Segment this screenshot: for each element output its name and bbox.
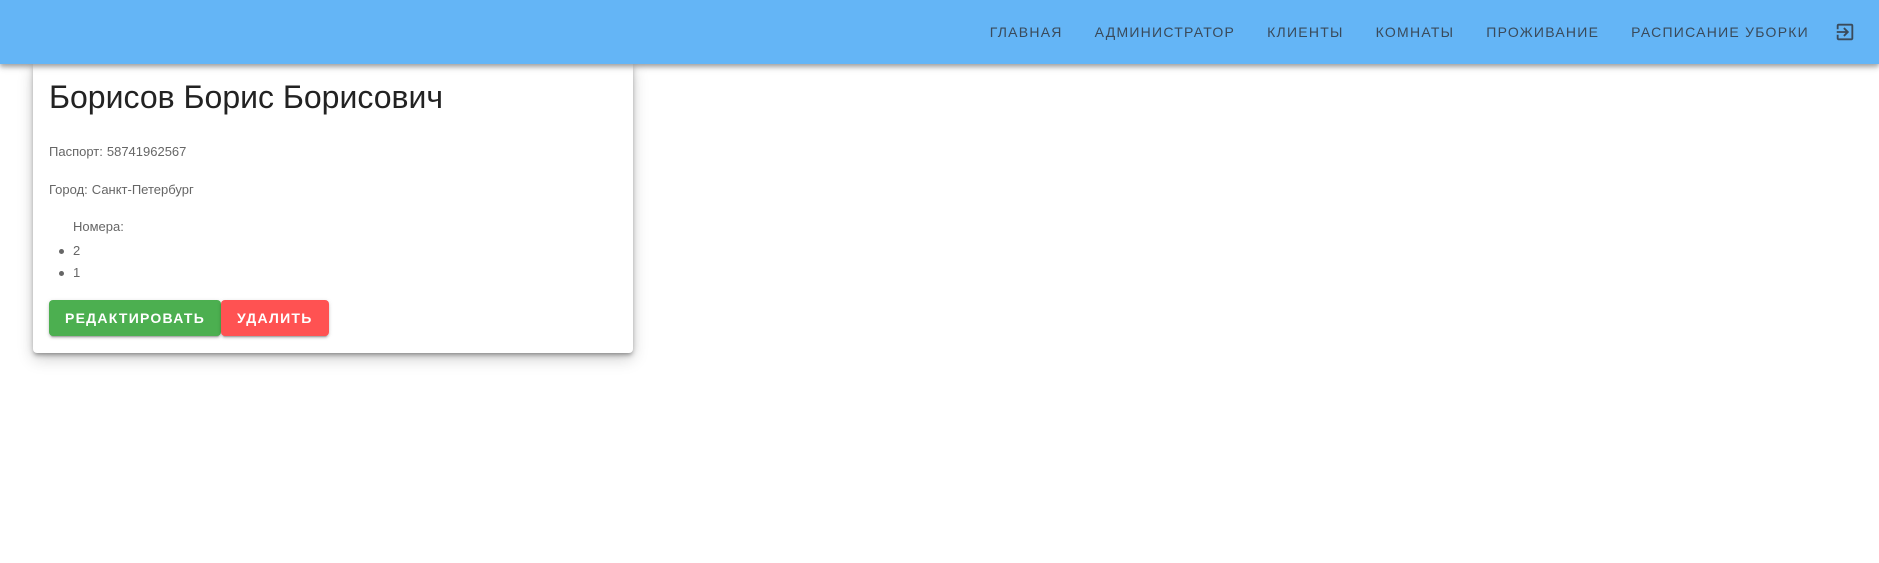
city-value: Санкт-Петербург xyxy=(91,182,194,197)
nav-item-residence[interactable]: ПРОЖИВАНИЕ xyxy=(1470,0,1615,64)
passport-label: Паспорт: xyxy=(49,144,103,159)
edit-button[interactable]: РЕДАКТИРОВАТЬ xyxy=(49,300,222,336)
nav-item-home[interactable]: ГЛАВНАЯ xyxy=(974,0,1079,64)
client-card: Борисов Борис Борисович Паспорт: 58741962… xyxy=(33,64,633,353)
rooms-label: Номера: xyxy=(73,219,124,234)
card-actions: РЕДАКТИРОВАТЬ УДАЛИТЬ xyxy=(49,300,329,336)
nav-item-cleaning-schedule[interactable]: РАСПИСАНИЕ УБОРКИ xyxy=(1615,0,1825,64)
passport-field: Паспорт: 58741962567 xyxy=(49,144,186,159)
city-label: Город: xyxy=(49,182,88,197)
client-name: Борисов Борис Борисович xyxy=(49,79,444,115)
nav-item-rooms[interactable]: КОМНАТЫ xyxy=(1360,0,1471,64)
nav-item-clients[interactable]: КЛИЕНТЫ xyxy=(1251,0,1360,64)
top-app-bar: ГЛАВНАЯ АДМИНИСТРАТОР КЛИЕНТЫ КОМНАТЫ ПР… xyxy=(0,0,1879,64)
room-list-item: 1 xyxy=(58,262,80,284)
nav-item-administrator[interactable]: АДМИНИСТРАТОР xyxy=(1079,0,1251,64)
room-list-item: 2 xyxy=(58,240,80,262)
rooms-list: 2 1 xyxy=(58,240,80,284)
passport-value: 58741962567 xyxy=(106,144,187,159)
city-field: Город: Санкт-Петербург xyxy=(49,182,194,197)
delete-button[interactable]: УДАЛИТЬ xyxy=(221,300,329,336)
main-nav: ГЛАВНАЯ АДМИНИСТРАТОР КЛИЕНТЫ КОМНАТЫ ПР… xyxy=(974,0,1867,64)
logout-icon[interactable] xyxy=(1833,20,1857,44)
